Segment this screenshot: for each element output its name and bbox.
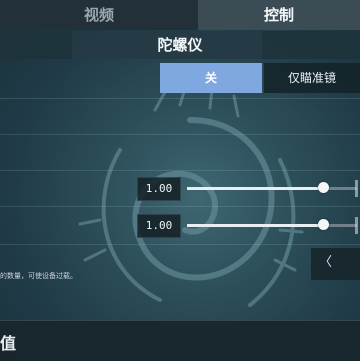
slider-fill: [187, 224, 323, 227]
slider-track[interactable]: [187, 224, 357, 227]
slider-knob[interactable]: [318, 182, 329, 193]
tab-control[interactable]: 控制: [198, 0, 360, 30]
slider-knob[interactable]: [318, 219, 329, 230]
background-swirl-art: [78, 83, 304, 307]
row-divider: [0, 244, 360, 245]
slider-end-marker: [355, 217, 358, 234]
slider-value-field[interactable]: 1.00: [137, 214, 181, 238]
row-divider: [0, 206, 360, 207]
bottom-section-title: 值: [0, 334, 17, 353]
top-tab-bar: 视频 控制: [0, 0, 360, 30]
slider-track[interactable]: [187, 187, 357, 190]
gyro-option-off[interactable]: 关: [160, 63, 262, 93]
section-header: 陀螺仪: [0, 31, 360, 59]
previous-option-button[interactable]: 〈: [311, 248, 360, 280]
sensitivity-slider-row-1: 1.00: [0, 177, 360, 201]
sensitivity-slider-row-2: 1.00: [0, 214, 360, 238]
tab-video[interactable]: 视频: [0, 0, 198, 30]
bottom-section-bar: 值: [0, 320, 360, 361]
slider-fill: [187, 187, 323, 190]
slider-value-field[interactable]: 1.00: [137, 177, 181, 201]
row-divider: [0, 134, 360, 135]
gyro-option-scope-only[interactable]: 仅瞄准镜: [264, 63, 360, 93]
row-divider: [0, 98, 360, 99]
section-title-gyroscope: 陀螺仪: [157, 36, 203, 54]
chevron-left-icon: 〈: [319, 255, 333, 270]
slider-end-marker: [355, 180, 358, 197]
row-divider: [0, 170, 360, 171]
gyroscope-toggle: 关 仅瞄准镜: [160, 63, 360, 93]
hint-text: 的数量，可使设备过载。: [0, 272, 77, 280]
